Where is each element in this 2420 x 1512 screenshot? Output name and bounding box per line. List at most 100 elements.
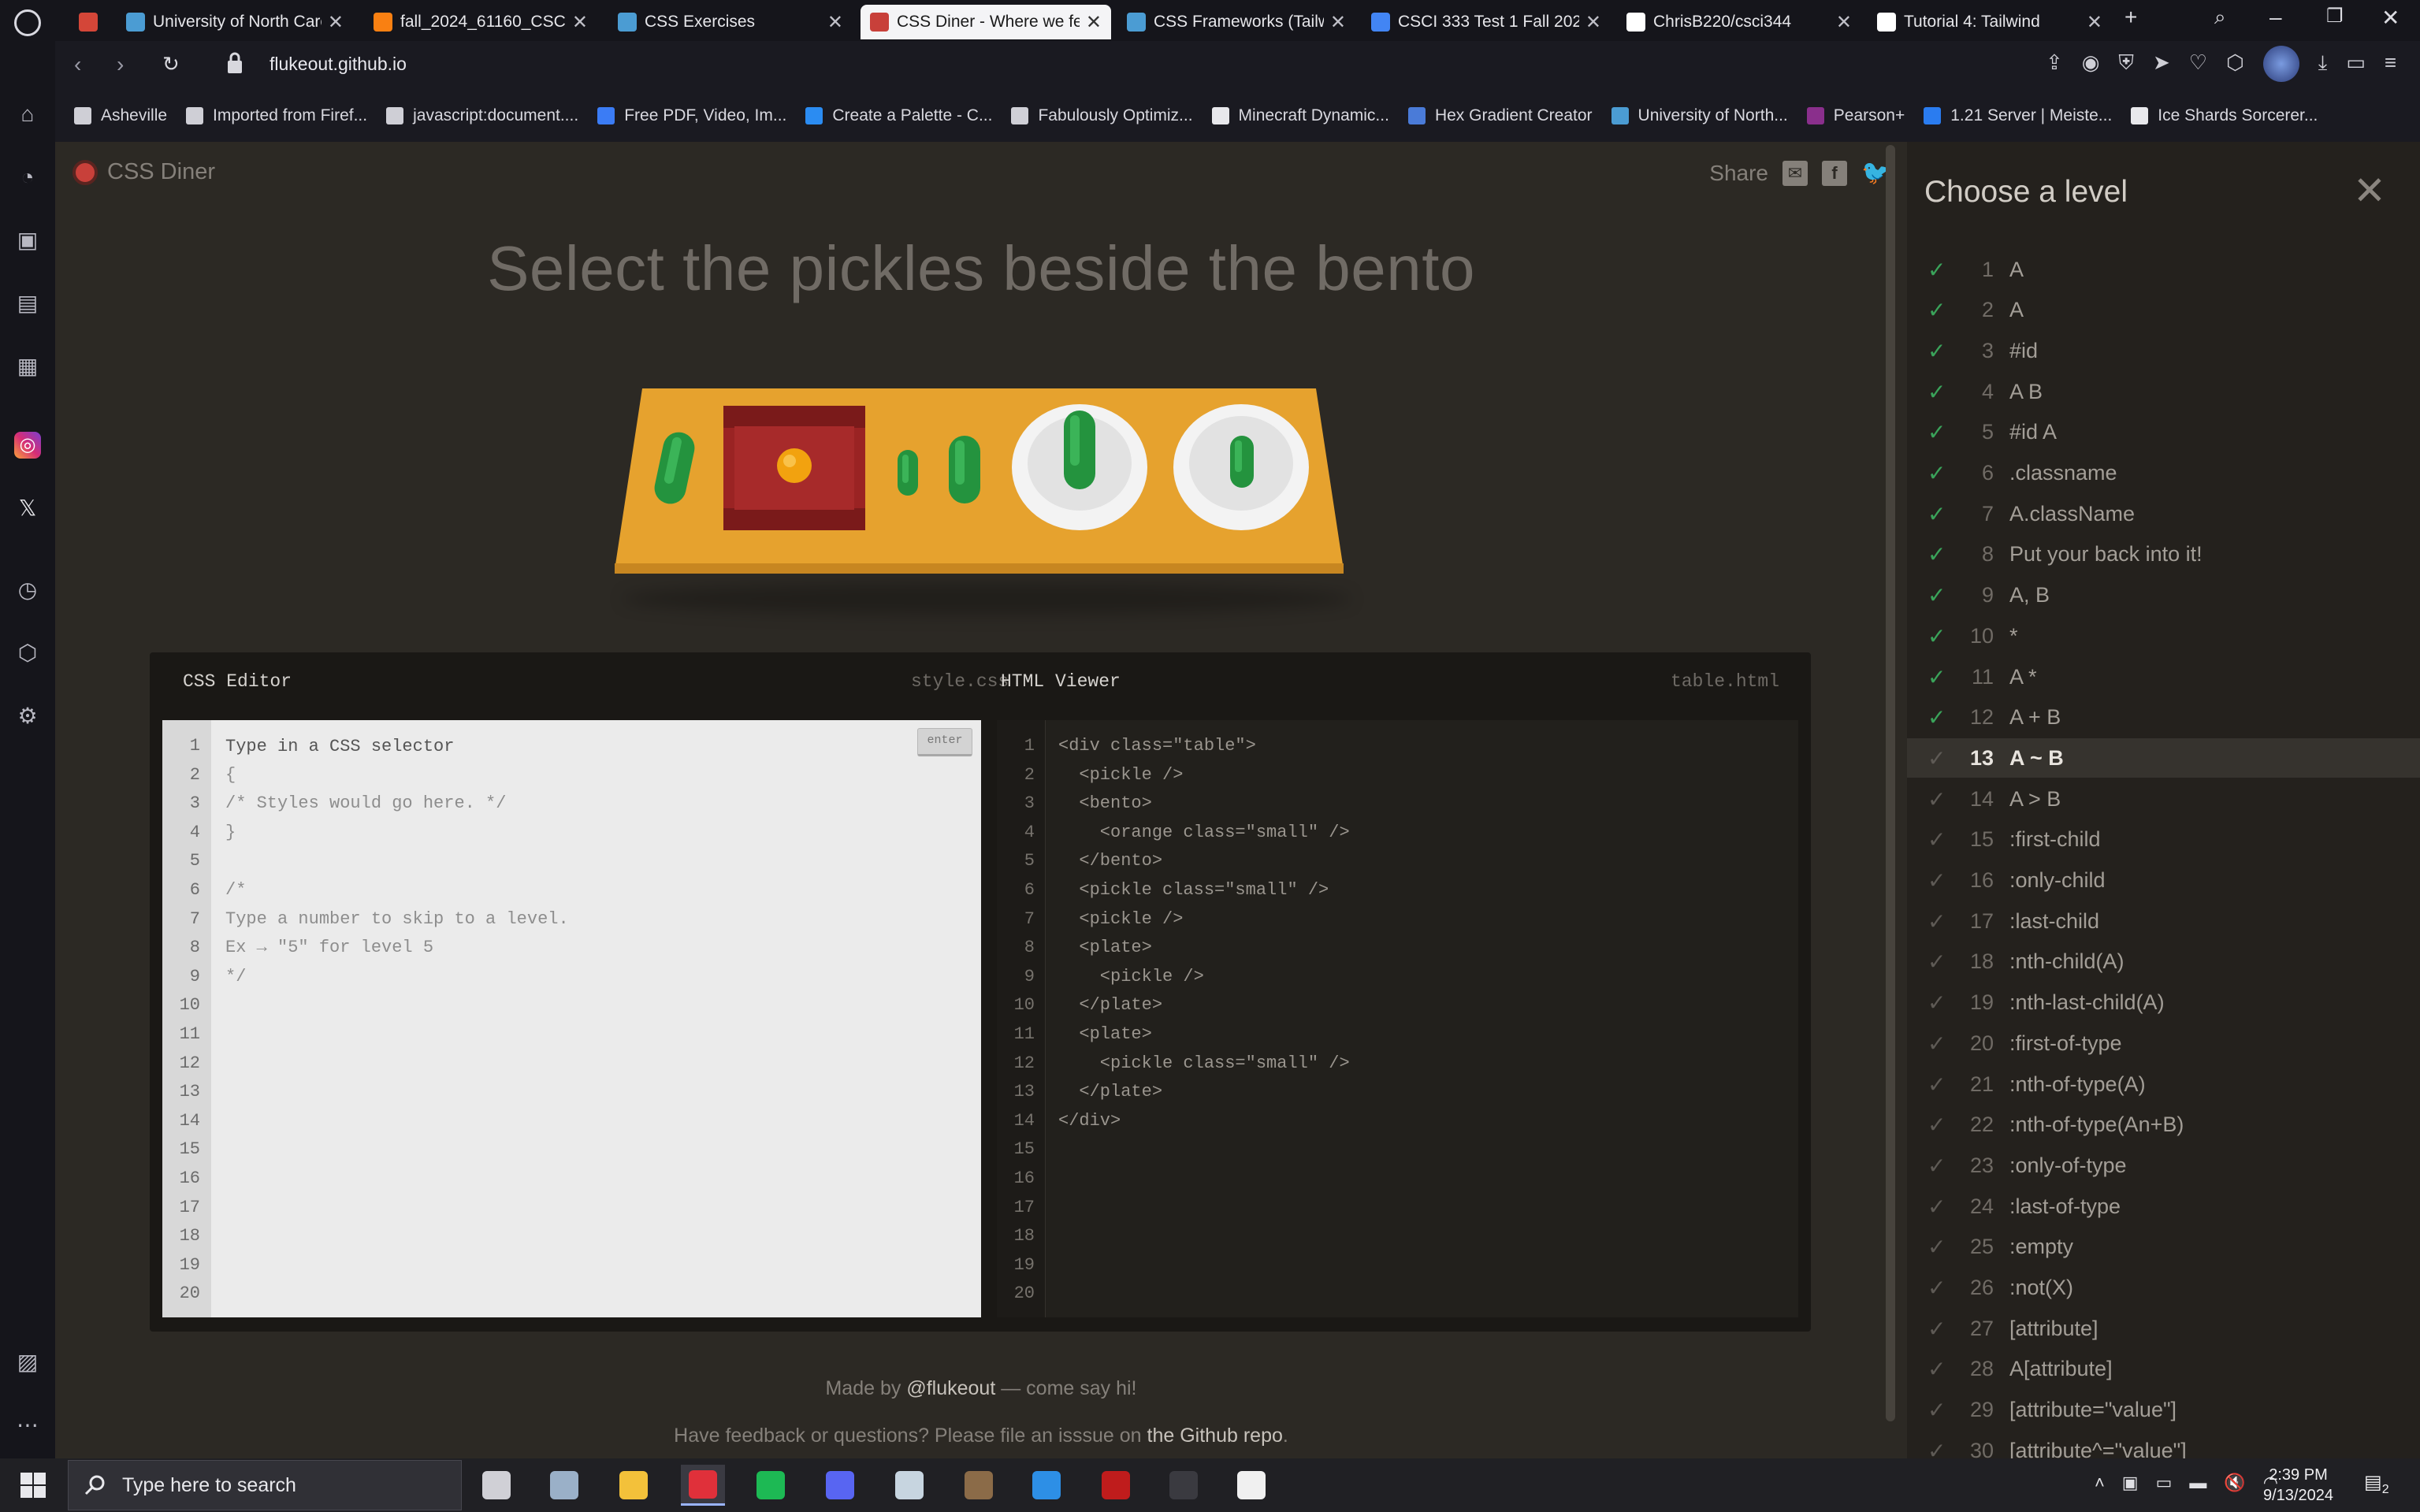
gallery-icon[interactable]: ▨ (14, 1349, 41, 1376)
browser-tab[interactable]: CSCI 333 Test 1 Fall 2024 ✕ (1362, 5, 1611, 39)
pickle-small[interactable] (898, 450, 918, 496)
email-icon[interactable]: ✉ (1782, 161, 1808, 186)
bookmark-item[interactable]: Minecraft Dynamic... (1211, 106, 1389, 125)
bookmark-item[interactable]: 1.21 Server | Meiste... (1924, 106, 2112, 125)
plate[interactable] (1012, 404, 1147, 530)
level-item[interactable]: ✓ 14 A > B (1907, 779, 2420, 819)
minimize-icon[interactable]: – (2269, 5, 2282, 30)
level-item[interactable]: ✓ 28 A[attribute] (1907, 1350, 2420, 1389)
html-code-line[interactable]: <pickle /> (1058, 967, 1204, 986)
restore-icon[interactable]: ❐ (2326, 5, 2344, 28)
bookmark-item[interactable]: Asheville (74, 106, 167, 125)
html-code-line[interactable]: </div> (1058, 1111, 1121, 1131)
search-tabs-icon[interactable]: ⌕ (2214, 5, 2226, 30)
taskbar-app[interactable] (1024, 1465, 1069, 1506)
close-tab-icon[interactable]: ✕ (572, 11, 588, 34)
volume-muted-icon[interactable]: 🔇 (2224, 1473, 2245, 1493)
browser-tab[interactable] (69, 5, 109, 39)
taskbar-app[interactable] (681, 1465, 725, 1506)
close-tab-icon[interactable]: ✕ (328, 11, 344, 34)
browser-tab[interactable]: CSS Exercises ✕ (608, 5, 853, 39)
browser-tab[interactable]: ChrisB220/csci344 ✕ (1617, 5, 1861, 39)
html-code-line[interactable]: <bento> (1058, 793, 1151, 813)
level-item[interactable]: ✓ 30 [attribute^="value"] (1907, 1431, 2420, 1458)
html-code-line[interactable]: <pickle /> (1058, 765, 1183, 785)
level-item[interactable]: ✓ 6 .classname (1907, 454, 2420, 493)
taskbar-app[interactable] (818, 1465, 862, 1506)
new-tab-icon[interactable]: + (2124, 5, 2137, 30)
send-icon[interactable]: ➤ (2153, 50, 2170, 82)
level-item[interactable]: ✓ 25:empty (1907, 1228, 2420, 1267)
gamepad-icon[interactable]: ⌂ (14, 101, 41, 128)
pickle[interactable] (949, 436, 980, 503)
level-item[interactable]: ✓ 20:first-of-type (1907, 1023, 2420, 1063)
facebook-icon[interactable]: f (1822, 161, 1847, 186)
battery-icon[interactable]: ▬ (2189, 1473, 2206, 1493)
html-code-line[interactable]: <plate> (1058, 938, 1151, 957)
browser-tab[interactable]: Tutorial 4: Tailwind ✕ (1868, 5, 2112, 39)
close-tab-icon[interactable]: ✕ (827, 11, 843, 34)
level-item[interactable]: ✓ 11 A * (1907, 657, 2420, 697)
opera-menu-icon[interactable] (14, 9, 41, 36)
taskbar-app[interactable] (1162, 1465, 1206, 1506)
orange-small[interactable] (777, 448, 812, 483)
html-code-line[interactable]: <pickle class="small" /> (1058, 880, 1329, 900)
browser-tab[interactable]: fall_2024_61160_CSCI34 ✕ (364, 5, 597, 39)
level-item[interactable]: ✓ 4 A B (1907, 372, 2420, 411)
bookmark-item[interactable]: University of North... (1611, 106, 1788, 125)
taskbar-app[interactable] (957, 1465, 1001, 1506)
html-code-line[interactable]: <pickle class="small" /> (1058, 1053, 1350, 1073)
level-item[interactable]: ✓ 17:last-child (1907, 901, 2420, 941)
cube-icon[interactable]: ⬡ (2226, 50, 2244, 82)
forward-icon[interactable]: › (117, 52, 124, 77)
level-item[interactable]: ✓ 16:only-child (1907, 861, 2420, 901)
close-tab-icon[interactable]: ✕ (1086, 11, 1102, 34)
level-item[interactable]: ✓ 13 A ~ B (1907, 738, 2420, 778)
bag-icon[interactable]: ▣ (14, 227, 41, 254)
level-item[interactable]: ✓ 7 A.className (1907, 494, 2420, 533)
taskbar-app[interactable] (474, 1465, 519, 1506)
html-code-line[interactable]: <plate> (1058, 1024, 1151, 1044)
speed-dial-icon[interactable]: ◔ (14, 164, 41, 191)
taskbar-app[interactable] (612, 1465, 656, 1506)
level-item[interactable]: ✓ 18:nth-child(A) (1907, 942, 2420, 982)
taskbar-app[interactable] (749, 1465, 793, 1506)
level-item[interactable]: ✓ 29 [attribute="value"] (1907, 1391, 2420, 1430)
level-item[interactable]: ✓ 15:first-child (1907, 820, 2420, 860)
enter-button[interactable]: enter (917, 728, 972, 756)
adblock-icon[interactable]: ⛨ (2118, 50, 2134, 82)
heart-icon[interactable]: ♡ (2189, 50, 2207, 82)
level-item[interactable]: ✓ 21:nth-of-type(A) (1907, 1064, 2420, 1104)
html-code-line[interactable]: <div class="table"> (1058, 736, 1256, 756)
level-item[interactable]: ✓ 5 #id A (1907, 413, 2420, 452)
level-item[interactable]: ✓ 3 #id (1907, 331, 2420, 370)
bookmark-item[interactable]: Hex Gradient Creator (1407, 106, 1593, 125)
css-selector-input[interactable] (225, 737, 903, 756)
more-icon[interactable]: ⋯ (14, 1412, 41, 1439)
html-code-line[interactable]: </plate> (1058, 995, 1162, 1015)
easy-setup-icon[interactable]: ≡ (2385, 50, 2396, 82)
bookmark-item[interactable]: Fabulously Optimiz... (1011, 106, 1193, 125)
level-item[interactable]: ✓ 9 A, B (1907, 576, 2420, 615)
history-icon[interactable]: ◷ (14, 577, 41, 604)
github-repo-link[interactable]: the Github repo (1147, 1425, 1283, 1447)
level-item[interactable]: ✓ 2 A (1907, 291, 2420, 330)
html-code-line[interactable]: <pickle /> (1058, 909, 1183, 929)
level-item[interactable]: ✓ 22:nth-of-type(An+B) (1907, 1105, 2420, 1145)
back-icon[interactable]: ‹ (74, 52, 81, 77)
close-tab-icon[interactable]: ✕ (1585, 11, 1601, 34)
close-tab-icon[interactable]: ✕ (2087, 11, 2102, 34)
level-item[interactable]: ✓ 10 * (1907, 616, 2420, 656)
level-item[interactable]: ✓ 12 A + B (1907, 698, 2420, 737)
browser-tab[interactable]: University of North Caro ✕ (117, 5, 353, 39)
taskbar-search[interactable]: Type here to search (68, 1460, 462, 1510)
level-item[interactable]: ✓ 27 [attribute] (1907, 1309, 2420, 1348)
usb-icon[interactable]: ▭ (2156, 1473, 2173, 1493)
plate[interactable] (1173, 404, 1309, 530)
chevron-up-icon[interactable]: ˄ (2095, 1473, 2105, 1493)
taskbar-clock[interactable]: 2:39 PM 9/13/2024 (2263, 1465, 2333, 1506)
level-item[interactable]: ✓ 1 A (1907, 250, 2420, 289)
taskbar-app[interactable] (542, 1465, 586, 1506)
bookmark-item[interactable]: Free PDF, Video, Im... (597, 106, 786, 125)
notifications-button[interactable]: ▤2 (2364, 1471, 2396, 1499)
